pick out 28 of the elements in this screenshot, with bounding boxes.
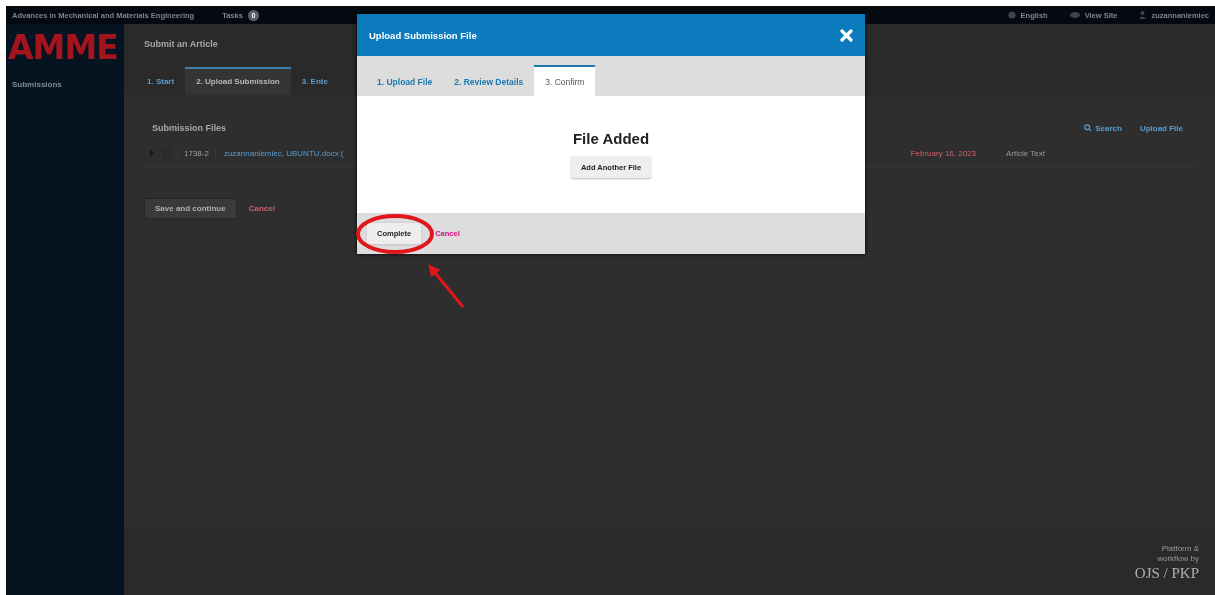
footer-text: workflow by xyxy=(1157,554,1199,564)
user-icon xyxy=(1139,11,1147,19)
step-tab[interactable]: 3. Ente xyxy=(290,67,339,95)
search-link[interactable]: Search xyxy=(1084,123,1122,133)
footer-text: Platform & xyxy=(1161,544,1199,554)
section-title: Submission Files xyxy=(152,123,227,133)
page-title: Submit an Article xyxy=(144,39,218,51)
step-tab[interactable]: 2. Review Details xyxy=(443,65,535,96)
step-tab[interactable]: 1. Upload File xyxy=(366,65,444,96)
dialog-title: Upload Submission File xyxy=(369,29,477,41)
cancel-link[interactable]: Cancel xyxy=(248,204,275,213)
platform-logo[interactable]: OJS / PKP xyxy=(1134,564,1199,582)
step-tab[interactable]: 1. Start xyxy=(136,67,186,95)
file-date: February 16, 2023 xyxy=(910,148,976,158)
upload-link[interactable]: Upload File xyxy=(1139,123,1183,133)
step-tab[interactable]: 2. Upload Submission xyxy=(185,67,291,95)
file-id: 1738-2 xyxy=(177,148,216,158)
file-type: Article Text xyxy=(1006,148,1045,158)
pointer-arrow xyxy=(428,264,465,308)
save-continue-button[interactable]: Save and continue xyxy=(144,198,237,219)
eye-icon xyxy=(1069,12,1080,18)
close-icon[interactable] xyxy=(840,28,853,42)
globe-icon xyxy=(1007,11,1016,19)
search-icon xyxy=(1084,124,1093,132)
step-tab[interactable]: 3. Confirm xyxy=(534,65,596,96)
sidebar-item[interactable]: Submissions xyxy=(6,70,124,99)
status-heading: File Added xyxy=(572,130,650,147)
file-name-link[interactable]: zuzannaniemiec, UBUNTU.docx ( xyxy=(223,148,344,158)
